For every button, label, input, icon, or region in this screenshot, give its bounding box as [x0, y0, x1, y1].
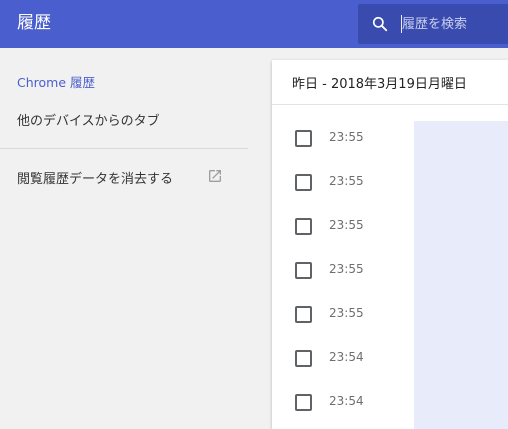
entry-checkbox[interactable]	[295, 394, 312, 411]
history-entry[interactable]: 23:55	[272, 160, 508, 204]
entry-checkbox[interactable]	[295, 130, 312, 147]
sidebar-divider	[0, 148, 248, 149]
day-title: 昨日 - 2018年3月19日月曜日	[292, 77, 467, 92]
search-field[interactable]	[358, 4, 508, 44]
history-card: 昨日 - 2018年3月19日月曜日 23:55 23:55 23:55 23:…	[272, 60, 508, 429]
top-toolbar: 履歴	[0, 0, 508, 48]
history-entry[interactable]: 23:54	[272, 336, 508, 380]
page-title: 履歴	[17, 13, 51, 33]
history-app: 履歴 Chrome 履歴 他のデバイスからのタブ 閲覧履歴データを消去する 昨日…	[0, 0, 508, 429]
entry-checkbox[interactable]	[295, 306, 312, 323]
entry-checkbox[interactable]	[295, 174, 312, 191]
text-cursor	[401, 15, 402, 33]
sidebar-item-other-devices[interactable]: 他のデバイスからのタブ	[17, 110, 160, 129]
entry-time: 23:55	[329, 218, 364, 232]
entry-time: 23:54	[329, 394, 364, 408]
entry-checkbox[interactable]	[295, 218, 312, 235]
history-entry[interactable]: 23:55	[272, 292, 508, 336]
entry-checkbox[interactable]	[295, 350, 312, 367]
search-icon[interactable]	[370, 14, 390, 34]
entry-time: 23:55	[329, 306, 364, 320]
entry-time: 23:54	[329, 350, 364, 364]
open-in-new-icon[interactable]	[207, 168, 223, 184]
history-entry[interactable]: 23:55	[272, 204, 508, 248]
entry-time: 23:55	[329, 262, 364, 276]
sidebar-item-chrome-history[interactable]: Chrome 履歴	[17, 72, 95, 91]
entry-time: 23:55	[329, 130, 364, 144]
sidebar-item-clear-browsing-data[interactable]: 閲覧履歴データを消去する	[17, 168, 173, 187]
day-header: 昨日 - 2018年3月19日月曜日	[272, 60, 508, 105]
history-entry[interactable]: 23:55	[272, 248, 508, 292]
search-input[interactable]	[402, 14, 508, 34]
entry-checkbox[interactable]	[295, 262, 312, 279]
history-entry[interactable]: 23:55	[272, 116, 508, 160]
entry-time: 23:55	[329, 174, 364, 188]
history-entry[interactable]: 23:54	[272, 380, 508, 424]
sidebar: Chrome 履歴 他のデバイスからのタブ 閲覧履歴データを消去する	[0, 48, 272, 429]
